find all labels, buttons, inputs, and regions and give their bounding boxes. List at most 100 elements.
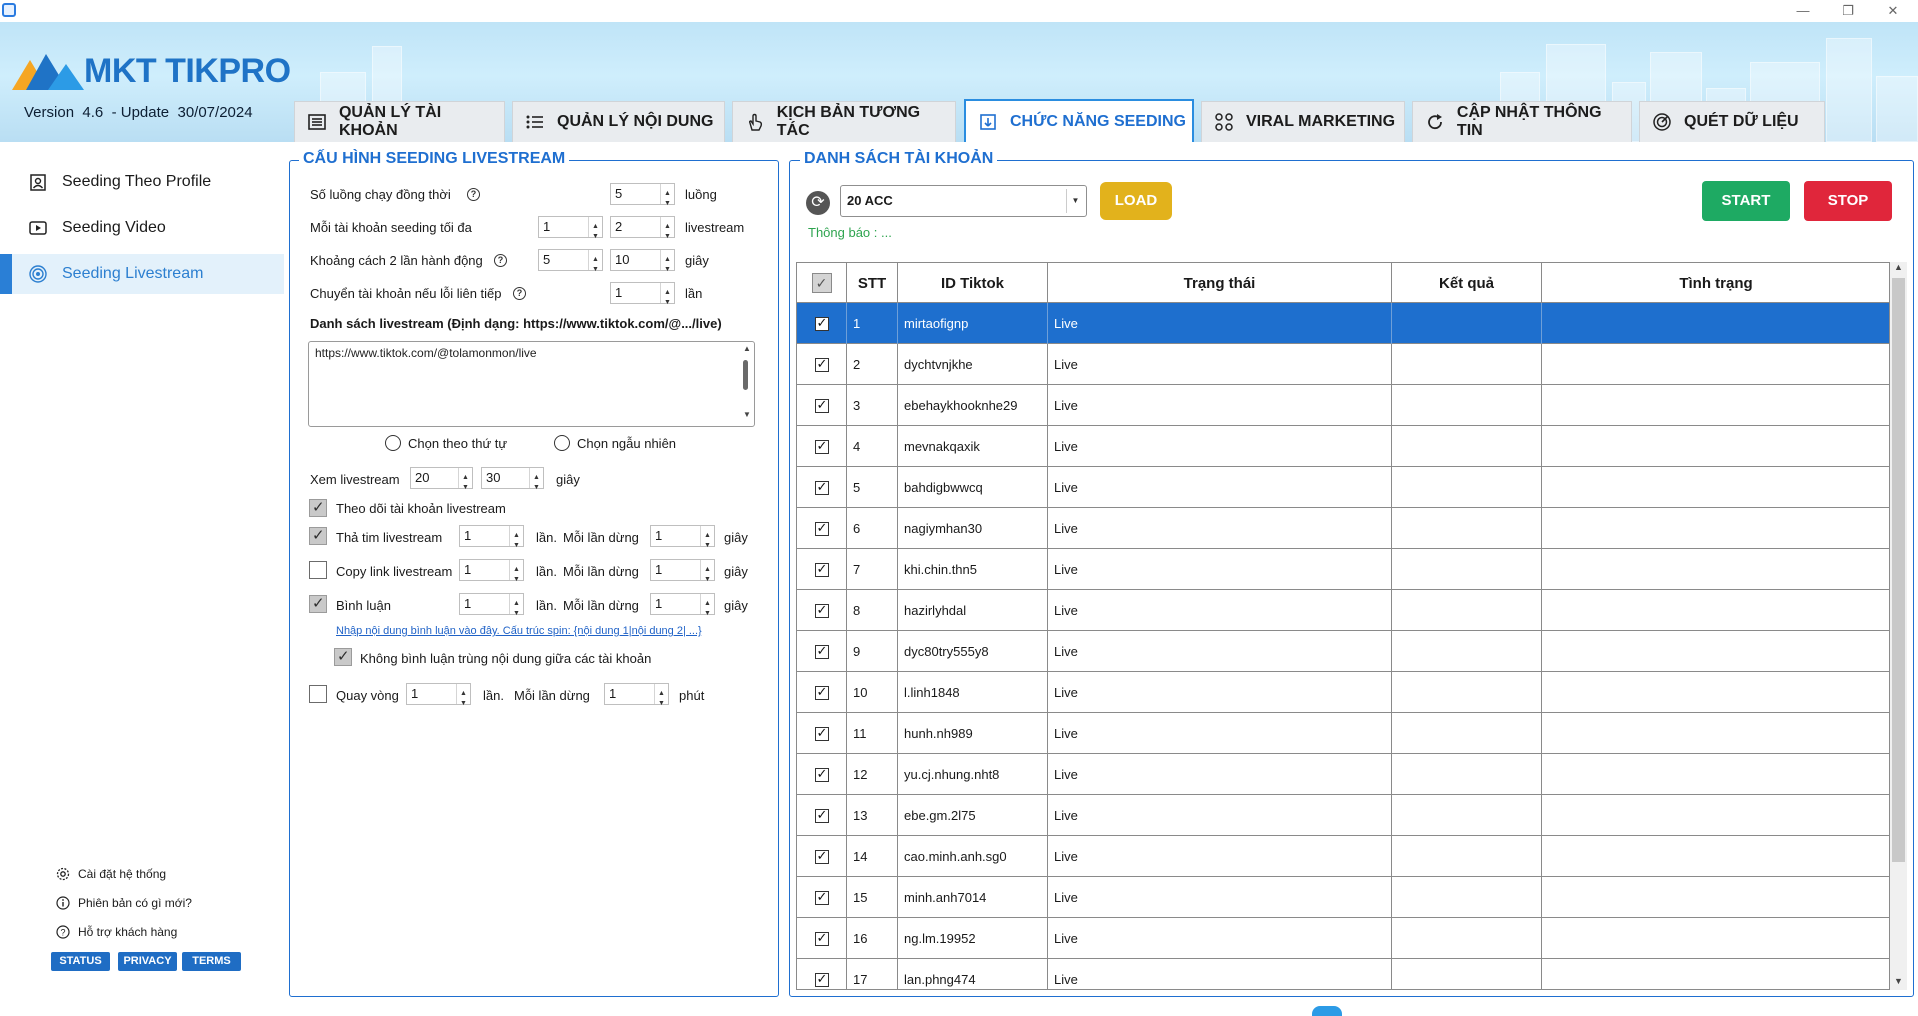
row-checkbox[interactable] xyxy=(814,971,829,987)
close-icon[interactable]: ✕ xyxy=(1879,2,1907,20)
follow-checkbox[interactable] xyxy=(309,498,327,517)
table-row[interactable]: 6nagiymhan30Live xyxy=(797,508,1889,549)
select-all-cell[interactable]: ✓ xyxy=(797,263,847,303)
row-select-cell[interactable] xyxy=(797,754,847,795)
row-select-cell[interactable] xyxy=(797,959,847,989)
tab-interaction-script[interactable]: KỊCH BẢN TƯƠNG TÁC xyxy=(732,101,956,142)
loop-delay-stepper[interactable]: 1 xyxy=(604,683,669,714)
no-duplicate-checkbox[interactable] xyxy=(334,647,352,666)
load-button[interactable]: LOAD xyxy=(1100,182,1172,220)
livestream-list-textarea[interactable]: https://www.tiktok.com/@tolamonmon/live … xyxy=(308,341,755,427)
row-select-cell[interactable] xyxy=(797,795,847,836)
row-checkbox[interactable] xyxy=(814,561,829,577)
heart-times-stepper[interactable]: 1 xyxy=(459,525,524,556)
sidebar-item-seeding-video[interactable]: Seeding Video xyxy=(0,208,284,248)
account-group-select[interactable]: 20 ACC ▼ xyxy=(840,185,1087,217)
order-random-radio[interactable] xyxy=(554,435,570,451)
row-select-cell[interactable] xyxy=(797,918,847,959)
status-pill[interactable]: STATUS xyxy=(51,952,110,971)
row-checkbox[interactable] xyxy=(814,848,829,864)
interval-max-stepper[interactable]: 10 xyxy=(610,249,675,280)
row-checkbox[interactable] xyxy=(814,356,829,372)
row-checkbox[interactable] xyxy=(814,684,829,700)
tab-viral-marketing[interactable]: VIRAL MARKETING xyxy=(1201,101,1405,142)
row-checkbox[interactable] xyxy=(814,315,829,331)
table-row[interactable]: 16ng.lm.19952Live xyxy=(797,918,1889,959)
max-per-account-max-stepper[interactable]: 2 xyxy=(610,216,675,247)
support-link[interactable]: ? Hỗ trợ khách hàng xyxy=(56,925,177,939)
help-icon[interactable]: ? xyxy=(467,188,480,201)
row-select-cell[interactable] xyxy=(797,508,847,549)
row-select-cell[interactable] xyxy=(797,549,847,590)
col-result[interactable]: Kết quả xyxy=(1392,263,1542,303)
textarea-scrollbar[interactable]: ▲ ▼ xyxy=(740,344,752,424)
tab-update-info[interactable]: CẬP NHẬT THÔNG TIN xyxy=(1412,101,1632,142)
row-checkbox[interactable] xyxy=(814,479,829,495)
tab-data-scan[interactable]: QUÉT DỮ LIỆU xyxy=(1639,101,1825,142)
row-checkbox[interactable] xyxy=(814,602,829,618)
row-checkbox[interactable] xyxy=(814,930,829,946)
row-select-cell[interactable] xyxy=(797,836,847,877)
table-row[interactable]: 11hunh.nh989Live xyxy=(797,713,1889,754)
col-condition[interactable]: Tình trạng xyxy=(1542,263,1889,303)
reload-icon[interactable]: ⟳ xyxy=(806,191,830,215)
col-status[interactable]: Trạng thái xyxy=(1048,263,1392,303)
table-row[interactable]: 3ebehaykhooknhe29Live xyxy=(797,385,1889,426)
row-checkbox[interactable] xyxy=(814,725,829,741)
row-select-cell[interactable] xyxy=(797,344,847,385)
tab-content-management[interactable]: QUẢN LÝ NỘI DUNG xyxy=(512,101,725,142)
watch-max-stepper[interactable]: 30 xyxy=(481,467,544,498)
heart-checkbox[interactable] xyxy=(309,526,327,545)
table-row[interactable]: 5bahdigbwwcqLive xyxy=(797,467,1889,508)
sidebar-item-seeding-livestream[interactable]: Seeding Livestream xyxy=(0,254,284,294)
copy-times-stepper[interactable]: 1 xyxy=(459,559,524,590)
interval-min-stepper[interactable]: 5 xyxy=(538,249,603,280)
tab-account-management[interactable]: QUẢN LÝ TÀI KHOẢN xyxy=(294,101,505,142)
help-icon[interactable]: ? xyxy=(513,287,526,300)
copy-link-checkbox[interactable] xyxy=(309,561,327,579)
switch-stepper[interactable]: 1 xyxy=(610,282,675,313)
heart-delay-stepper[interactable]: 1 xyxy=(650,525,715,556)
table-scrollbar[interactable]: ▲ ▼ xyxy=(1890,262,1907,990)
row-checkbox[interactable] xyxy=(814,766,829,782)
comment-times-stepper[interactable]: 1 xyxy=(459,593,524,624)
table-row[interactable]: 14cao.minh.anh.sg0Live xyxy=(797,836,1889,877)
col-stt[interactable]: STT xyxy=(847,263,898,303)
row-select-cell[interactable] xyxy=(797,385,847,426)
tab-seeding[interactable]: CHỨC NĂNG SEEDING xyxy=(964,99,1194,142)
table-row[interactable]: 1mirtaofignpLive xyxy=(797,303,1889,344)
watch-min-stepper[interactable]: 20 xyxy=(410,467,473,498)
terms-pill[interactable]: TERMS xyxy=(182,952,241,971)
threads-stepper[interactable]: 5 xyxy=(610,183,675,214)
row-checkbox[interactable] xyxy=(814,889,829,905)
row-select-cell[interactable] xyxy=(797,672,847,713)
row-select-cell[interactable] xyxy=(797,631,847,672)
comment-checkbox[interactable] xyxy=(309,594,327,613)
scrollbar-thumb[interactable] xyxy=(1892,278,1905,862)
row-checkbox[interactable] xyxy=(814,397,829,413)
table-row[interactable]: 17lan.phng474Live xyxy=(797,959,1889,989)
row-select-cell[interactable] xyxy=(797,713,847,754)
row-select-cell[interactable] xyxy=(797,467,847,508)
row-checkbox[interactable] xyxy=(814,438,829,454)
whats-new-link[interactable]: Phiên bản có gì mới? xyxy=(56,896,192,910)
row-checkbox[interactable] xyxy=(814,643,829,659)
help-icon[interactable]: ? xyxy=(494,254,507,267)
table-row[interactable]: 8hazirlyhdalLive xyxy=(797,590,1889,631)
table-row[interactable]: 15minh.anh7014Live xyxy=(797,877,1889,918)
comment-delay-stepper[interactable]: 1 xyxy=(650,593,715,624)
row-select-cell[interactable] xyxy=(797,303,847,344)
sidebar-item-seeding-profile[interactable]: Seeding Theo Profile xyxy=(0,162,284,202)
table-row[interactable]: 13ebe.gm.2l75Live xyxy=(797,795,1889,836)
loop-stepper[interactable]: 1 xyxy=(406,683,471,714)
copy-delay-stepper[interactable]: 1 xyxy=(650,559,715,590)
start-button[interactable]: START xyxy=(1702,181,1790,221)
restore-icon[interactable]: ❐ xyxy=(1834,2,1862,20)
row-select-cell[interactable] xyxy=(797,426,847,467)
privacy-pill[interactable]: PRIVACY xyxy=(118,952,177,971)
row-checkbox[interactable] xyxy=(814,807,829,823)
minimize-icon[interactable]: — xyxy=(1789,2,1817,20)
row-select-cell[interactable] xyxy=(797,877,847,918)
row-select-cell[interactable] xyxy=(797,590,847,631)
col-id[interactable]: ID Tiktok xyxy=(898,263,1048,303)
